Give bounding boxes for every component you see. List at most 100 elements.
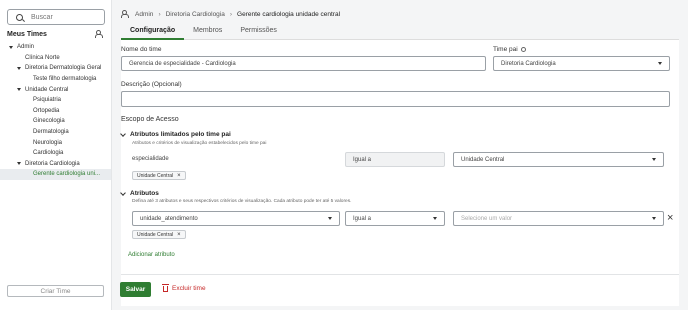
chevron-down-icon xyxy=(433,217,437,220)
close-icon: × xyxy=(177,172,181,179)
close-icon[interactable]: × xyxy=(177,232,181,238)
tree-item-label: Psiquiatria xyxy=(33,97,62,104)
limited-value-select[interactable]: Unidade Central xyxy=(453,152,664,167)
chevron-down-icon[interactable] xyxy=(120,130,126,137)
save-button[interactable]: Salvar xyxy=(120,282,151,297)
operator-select[interactable]: Igual a xyxy=(345,211,445,226)
tree-item-label: Cardiologia xyxy=(33,150,64,157)
chevron-down-icon xyxy=(658,62,662,65)
name-label: Nome do time xyxy=(121,46,162,53)
tree-item-label: Diretoria Cardiologia xyxy=(25,160,80,167)
attribute-chip: Unidade Central × xyxy=(132,230,186,239)
app: Meus Times Admin Clínica Norte Diretoria… xyxy=(0,0,688,310)
description-field[interactable] xyxy=(121,91,670,107)
chevron-down-icon xyxy=(328,217,332,220)
tree-item-label: Gerente cardiologia uni... xyxy=(33,171,101,178)
chevron-down-icon[interactable] xyxy=(120,189,126,196)
tree-item-label: Clínica Norte xyxy=(25,54,60,61)
tree-item-label: Teste filho dermatologia xyxy=(33,76,97,83)
limited-value: Unidade Central xyxy=(461,156,505,163)
info-icon[interactable] xyxy=(520,46,526,52)
attributes-toggle[interactable]: Atributos xyxy=(120,189,159,197)
add-attribute-link[interactable]: Adicionar atributo xyxy=(128,252,175,258)
limited-operator-value: Igual a xyxy=(353,156,372,163)
name-field[interactable]: Gerencia de especialidade - Cardiologia xyxy=(121,56,486,71)
tree-item-label: Admin xyxy=(17,44,35,51)
tree-item[interactable]: Dermatologia xyxy=(0,127,111,138)
search-input[interactable] xyxy=(31,13,101,21)
parent-label-text: Time pai xyxy=(493,46,518,53)
divider xyxy=(121,274,679,275)
tree-item[interactable]: Neurologia xyxy=(0,137,111,148)
delete-label: Excluir time xyxy=(172,285,206,292)
parent-value: Diretoria Cardiologia xyxy=(501,60,556,67)
breadcrumb: Admin › Diretoria Cardiologia › Gerente … xyxy=(121,10,340,18)
parent-label: Time pai xyxy=(493,46,526,53)
search-box[interactable] xyxy=(7,9,105,25)
limited-description: Atributos e critérios de visualização es… xyxy=(132,141,267,146)
tree-item-label: Diretoria Dermatologia Geral xyxy=(25,65,102,72)
chevron-right-icon: › xyxy=(158,10,161,18)
attribute-value: unidade_atendimento xyxy=(140,215,198,222)
breadcrumb-current: Gerente cardiologia unidade central xyxy=(237,10,341,18)
tab-configuracao[interactable]: Configuração xyxy=(121,23,185,40)
caret-down-icon[interactable] xyxy=(17,88,21,92)
limited-operator: Igual a xyxy=(345,152,445,167)
tree-item[interactable]: Unidade Central xyxy=(0,84,111,95)
attribute-select[interactable]: unidade_atendimento xyxy=(132,211,340,226)
tree-item[interactable]: Ginecologia xyxy=(0,116,111,127)
chevron-right-icon: › xyxy=(229,10,233,18)
description-label: Descrição (Opcional) xyxy=(121,81,182,88)
trash-icon xyxy=(162,283,169,292)
tree-item-label: Ortopedia xyxy=(33,107,60,114)
tree-item[interactable]: Cardiologia xyxy=(0,148,111,159)
chevron-down-icon xyxy=(652,158,656,161)
parent-select[interactable]: Diretoria Cardiologia xyxy=(493,56,670,71)
tab-permissoes[interactable]: Permissões xyxy=(231,23,286,40)
team-tree: Admin Clínica Norte Diretoria Dermatolog… xyxy=(0,42,111,180)
caret-down-icon[interactable] xyxy=(17,66,21,70)
search-icon xyxy=(16,13,23,21)
teams-title: Meus Times xyxy=(7,30,47,38)
tree-item-label: Unidade Central xyxy=(25,86,69,93)
tree-item[interactable]: Diretoria Cardiologia xyxy=(0,159,111,170)
tree-item[interactable]: Teste filho dermatologia xyxy=(0,74,111,85)
users-icon xyxy=(121,10,131,18)
users-icon[interactable] xyxy=(95,30,105,38)
tree-item[interactable]: Admin xyxy=(0,42,111,53)
attributes-title: Atributos xyxy=(130,190,159,197)
caret-down-icon[interactable] xyxy=(17,162,21,166)
limited-toggle[interactable]: Atributos limitados pelo time pai xyxy=(120,130,231,138)
tab-bar: Configuração Membros Permissões xyxy=(121,23,679,40)
tree-item[interactable]: Ortopedia xyxy=(0,106,111,117)
scope-title: Escopo de Acesso xyxy=(121,116,179,123)
tree-item[interactable]: Psiquiatria xyxy=(0,95,111,106)
value-select[interactable]: Selecione um valor xyxy=(453,211,664,226)
sidebar: Meus Times Admin Clínica Norte Diretoria… xyxy=(0,0,112,310)
configuration-form: Nome do time Gerencia de especialidade -… xyxy=(120,40,679,306)
create-team-button[interactable]: Criar Time xyxy=(7,285,104,297)
main-panel: Admin › Diretoria Cardiologia › Gerente … xyxy=(112,0,688,310)
breadcrumb-item[interactable]: Admin xyxy=(135,11,153,18)
limited-attribute: especialidade xyxy=(132,156,169,162)
attributes-description: Defina até 3 atributos e seus respectivo… xyxy=(132,199,352,204)
breadcrumb-item[interactable]: Diretoria Cardiologia xyxy=(166,11,225,18)
chip-label: Unidade Central xyxy=(137,172,174,179)
chip-label: Unidade Central xyxy=(137,231,174,238)
name-value: Gerencia de especialidade - Cardiologia xyxy=(129,60,236,67)
tree-item-label: Neurologia xyxy=(33,139,63,146)
teams-header: Meus Times xyxy=(7,29,105,39)
tree-item[interactable]: Diretoria Dermatologia Geral xyxy=(0,63,111,74)
chevron-down-icon xyxy=(652,217,656,220)
delete-team-button[interactable]: Excluir time xyxy=(162,283,206,292)
limited-chip: Unidade Central × xyxy=(132,171,186,180)
tab-membros[interactable]: Membros xyxy=(184,23,231,40)
tree-item-label: Ginecologia xyxy=(33,118,65,125)
value-placeholder: Selecione um valor xyxy=(461,215,513,222)
tree-item-label: Dermatologia xyxy=(33,129,69,136)
operator-value: Igual a xyxy=(353,215,372,222)
remove-attribute-icon[interactable]: × xyxy=(667,213,673,224)
caret-down-icon[interactable] xyxy=(9,45,13,49)
tree-item-selected[interactable]: Gerente cardiologia uni... xyxy=(0,169,111,180)
tree-item[interactable]: Clínica Norte xyxy=(0,53,111,64)
